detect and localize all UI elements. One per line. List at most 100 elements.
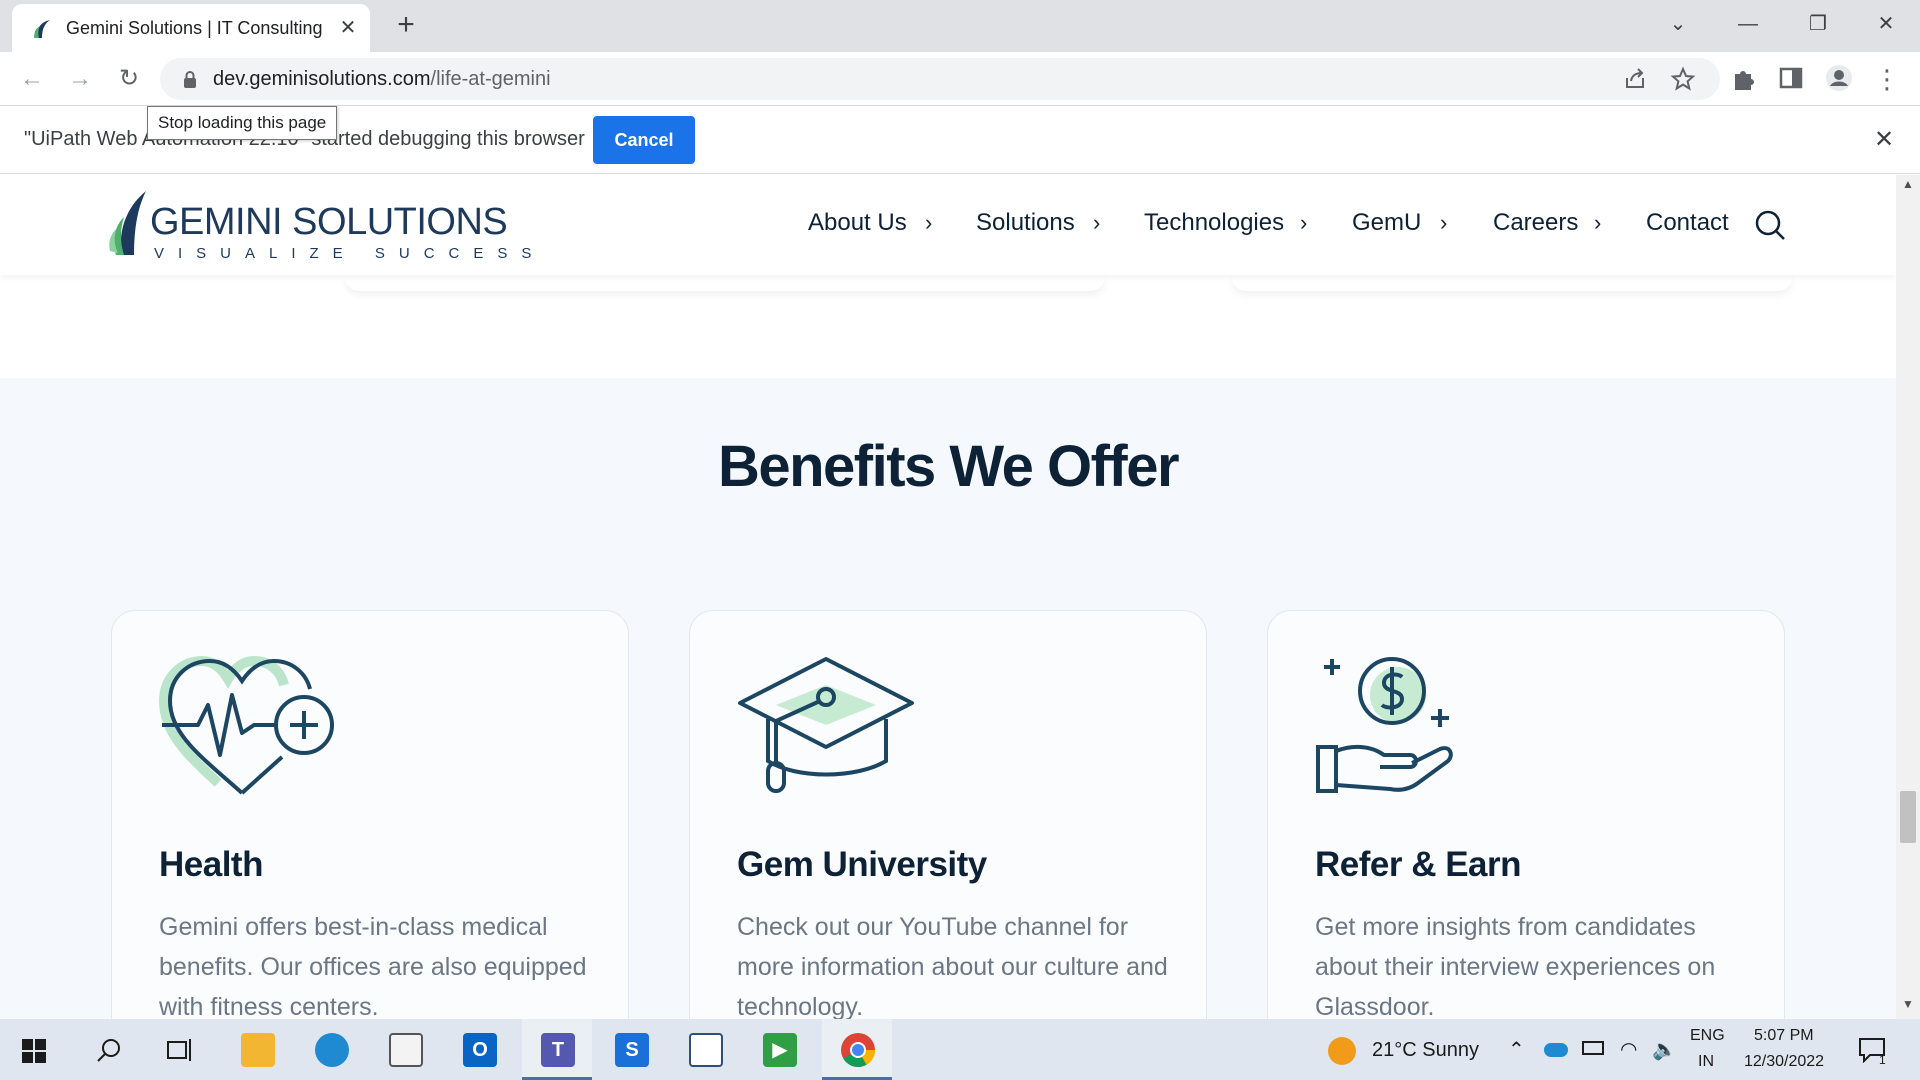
search-icon[interactable]: [1754, 209, 1786, 241]
benefit-card-gem-university: Gem University Check out our YouTube cha…: [689, 610, 1207, 1019]
teams-app[interactable]: T: [522, 1019, 592, 1080]
page-viewport: GEMINI SOLUTIONS VISUALIZE SUCCESS About…: [0, 175, 1896, 1019]
restore-button[interactable]: ❐: [1796, 6, 1840, 42]
minimize-button[interactable]: —: [1726, 6, 1770, 42]
chrome-app[interactable]: [822, 1019, 892, 1080]
media-app[interactable]: ▶: [744, 1019, 814, 1080]
profile-avatar-icon[interactable]: [1825, 64, 1853, 92]
url-text[interactable]: dev.geminisolutions.com/life-at-gemini: [213, 68, 551, 91]
region-indicator[interactable]: IN: [1698, 1053, 1714, 1071]
benefit-description: Gemini offers best-in-class medical bene…: [159, 913, 587, 1019]
language-indicator[interactable]: ENG: [1690, 1027, 1725, 1045]
close-window-button[interactable]: ✕: [1864, 6, 1908, 42]
weather-sun-icon[interactable]: [1328, 1037, 1356, 1065]
logo-wordmark: GEMINI SOLUTIONS: [150, 201, 508, 244]
address-toolbar: ← → ↻ dev.geminisolutions.com/life-at-ge…: [0, 52, 1920, 106]
bookmark-star-icon[interactable]: [1670, 66, 1696, 92]
lock-icon: [184, 71, 196, 88]
uipath-assistant-app[interactable]: [670, 1019, 740, 1080]
tab-close-icon[interactable]: ✕: [336, 16, 360, 40]
logo-word-solutions: SOLUTIONS: [282, 201, 508, 243]
weather-text[interactable]: 21°C Sunny: [1372, 1039, 1479, 1062]
hand-coin-icon: [1316, 657, 1453, 793]
nav-contact[interactable]: Contact: [1646, 209, 1729, 241]
app-s[interactable]: S: [596, 1019, 666, 1080]
nav-technologies[interactable]: Technologies: [1144, 209, 1284, 241]
file-explorer-app[interactable]: [222, 1019, 292, 1080]
benefit-title: Health: [159, 845, 263, 884]
tab-title: Gemini Solutions | IT Consulting: [66, 18, 323, 38]
infobar-close-icon[interactable]: ✕: [1870, 126, 1898, 154]
benefit-title: Refer & Earn: [1315, 845, 1522, 884]
teams-icon: T: [541, 1033, 575, 1067]
outlook-app[interactable]: O: [444, 1019, 514, 1080]
browser-menu-icon[interactable]: ⋮: [1871, 63, 1903, 95]
volume-icon[interactable]: 🔈: [1652, 1037, 1677, 1062]
benefit-title: Gem University: [737, 845, 987, 884]
play-icon: ▶: [763, 1033, 797, 1067]
onedrive-cloud-icon[interactable]: [1544, 1043, 1568, 1057]
tab-search-chevron-icon[interactable]: ⌄: [1656, 6, 1700, 42]
scroll-down-arrow-icon[interactable]: ▼: [1896, 997, 1920, 1017]
outlook-icon: O: [463, 1033, 497, 1067]
benefit-description: Check out our YouTube channel for more i…: [737, 913, 1168, 1019]
nav-technologies-chevron-icon[interactable]: ›: [1300, 210, 1316, 236]
wifi-icon[interactable]: ◠: [1620, 1037, 1637, 1062]
url-path: /life-at-gemini: [430, 68, 551, 90]
forward-arrow-icon[interactable]: →: [64, 63, 96, 95]
logo-word-gemini: GEMINI: [150, 201, 283, 243]
browser-tab[interactable]: Gemini Solutions | IT Consulting ✕: [12, 4, 370, 52]
nav-gemu-chevron-icon[interactable]: ›: [1440, 210, 1456, 236]
side-panel-icon[interactable]: [1777, 64, 1805, 92]
page-scrollbar[interactable]: ▲ ▼: [1896, 175, 1920, 1019]
benefit-card-refer-earn: Refer & Earn Get more insights from cand…: [1267, 610, 1785, 1019]
nav-about-us-chevron-icon[interactable]: ›: [925, 210, 941, 236]
url-host: dev.geminisolutions.com: [213, 68, 431, 90]
edge-app[interactable]: [296, 1019, 366, 1080]
nav-solutions[interactable]: Solutions: [976, 209, 1075, 241]
share-icon[interactable]: [1622, 66, 1648, 92]
gemini-logo[interactable]: GEMINI SOLUTIONS VISUALIZE SUCCESS: [108, 189, 531, 265]
reload-icon[interactable]: ↻: [113, 63, 145, 95]
new-tab-button[interactable]: +: [390, 10, 422, 42]
clock-time[interactable]: 5:07 PM: [1754, 1027, 1814, 1045]
omnibox[interactable]: dev.geminisolutions.com/life-at-gemini: [160, 58, 1720, 100]
edge-icon: [315, 1033, 349, 1067]
nav-gemu[interactable]: GemU: [1352, 209, 1421, 241]
benefit-card-health: Health Gemini offers best-in-class medic…: [111, 610, 629, 1019]
benefits-heading: Benefits We Offer: [717, 434, 1180, 499]
notification-count: 1: [1879, 1053, 1886, 1067]
nav-solutions-chevron-icon[interactable]: ›: [1093, 210, 1109, 236]
clock-date[interactable]: 12/30/2022: [1744, 1053, 1824, 1071]
nav-about-us[interactable]: About Us: [808, 209, 907, 241]
nav-careers-chevron-icon[interactable]: ›: [1594, 210, 1610, 236]
logo-tagline: VISUALIZE SUCCESS: [154, 245, 546, 262]
task-view-icon[interactable]: [166, 1037, 194, 1063]
store-icon: [389, 1033, 423, 1067]
previous-card-bottom: [1232, 275, 1792, 291]
taskbar-search-icon[interactable]: [96, 1037, 122, 1063]
chrome-icon: [841, 1033, 875, 1067]
extensions-puzzle-icon[interactable]: [1729, 64, 1757, 92]
scroll-up-arrow-icon[interactable]: ▲: [1896, 177, 1920, 197]
benefit-description: Get more insights from candidates about …: [1315, 913, 1716, 1019]
hexagon-app-icon: [689, 1033, 723, 1067]
windows-start-icon[interactable]: [22, 1039, 46, 1063]
nav-careers[interactable]: Careers: [1493, 209, 1578, 241]
gemini-leaf-logo-icon: [109, 191, 146, 255]
store-app[interactable]: [370, 1019, 440, 1080]
graduation-cap-icon: [738, 657, 914, 793]
cancel-debugging-button[interactable]: Cancel: [593, 116, 695, 164]
folder-icon: [241, 1033, 275, 1067]
s-app-icon: S: [615, 1033, 649, 1067]
gemini-favicon-icon: [34, 20, 50, 38]
tab-strip: Gemini Solutions | IT Consulting ✕ + ⌄ —…: [0, 0, 1920, 52]
site-header: GEMINI SOLUTIONS VISUALIZE SUCCESS About…: [0, 175, 1896, 275]
reload-tooltip: Stop loading this page: [147, 106, 338, 140]
tray-overflow-chevron-icon[interactable]: ⌃: [1508, 1037, 1525, 1062]
battery-icon[interactable]: [1582, 1041, 1604, 1055]
heart-plus-icon: [158, 655, 334, 795]
scrollbar-thumb[interactable]: [1900, 791, 1916, 843]
back-arrow-icon[interactable]: ←: [16, 63, 48, 95]
previous-card-bottom: [345, 275, 1105, 291]
